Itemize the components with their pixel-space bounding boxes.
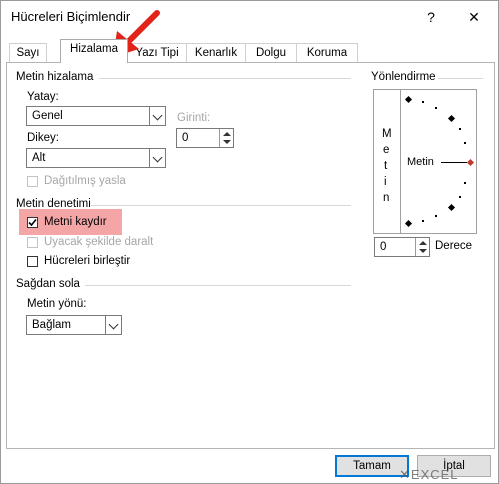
vertical-value: Alt — [32, 152, 46, 164]
degree-spinner[interactable]: 0 — [374, 237, 430, 257]
horizontal-value: Genel — [32, 110, 63, 122]
vertical-text-button[interactable]: M e t i n — [374, 90, 401, 233]
tab-number[interactable]: Sayı — [9, 43, 47, 62]
degree-value: 0 — [380, 241, 387, 253]
dial-marker — [447, 203, 456, 212]
vertical-text-char: n — [383, 192, 390, 204]
wrap-text-checkbox[interactable] — [27, 217, 38, 228]
merge-cells-checkbox[interactable] — [27, 256, 38, 267]
chevron-down-icon — [105, 316, 121, 334]
dial-dot — [435, 215, 437, 217]
checkmark-icon — [28, 218, 37, 227]
indent-spinner[interactable]: 0 — [176, 128, 234, 148]
spinner-arrows-icon[interactable] — [415, 238, 429, 256]
distributed-label: Dağıtılmış yasla — [44, 175, 126, 187]
spinner-arrows-icon[interactable] — [219, 129, 233, 147]
horizontal-label: Yatay: — [27, 91, 59, 103]
dial-dot — [459, 196, 461, 198]
vertical-dropdown[interactable]: Alt — [26, 148, 166, 168]
group-divider — [91, 205, 351, 206]
text-direction-label: Metin yönü: — [27, 298, 87, 310]
vertical-text-char: e — [383, 144, 390, 156]
text-direction-dropdown[interactable]: Bağlam — [26, 315, 122, 335]
dial-dot — [464, 182, 466, 184]
chevron-down-icon — [149, 107, 165, 125]
vertical-label: Dikey: — [27, 132, 59, 144]
shrink-to-fit-checkbox[interactable] — [27, 237, 38, 248]
text-alignment-group-label: Metin hizalama — [16, 71, 94, 83]
horizontal-dropdown[interactable]: Genel — [26, 106, 166, 126]
dial-dot — [464, 142, 466, 144]
vertical-text-char: M — [382, 128, 392, 140]
dial-marker — [404, 95, 413, 104]
help-button[interactable]: ? — [416, 5, 446, 29]
distributed-checkbox[interactable] — [27, 176, 38, 187]
merge-cells-label: Hücreleri birleştir — [44, 255, 131, 267]
text-direction-value: Bağlam — [32, 319, 71, 331]
dial-dot — [422, 101, 424, 103]
watermark-text: EXCEL — [410, 467, 459, 482]
title-bar: Hücreleri Biçimlendir ? ✕ — [1, 1, 498, 33]
wrap-text-label: Metni kaydır — [44, 216, 107, 228]
indent-value: 0 — [182, 132, 189, 144]
dial-pointer-line — [441, 162, 467, 163]
orientation-dial[interactable]: Metin — [401, 90, 476, 233]
watermark-x-icon: ✕ — [399, 467, 411, 482]
watermark-logo: ✕EXCEL — [399, 467, 459, 483]
dial-marker — [404, 219, 413, 228]
dial-marker — [447, 114, 456, 123]
close-button[interactable]: ✕ — [459, 5, 489, 29]
tab-fill[interactable]: Dolgu — [245, 43, 297, 62]
chevron-down-icon — [149, 149, 165, 167]
rtl-group-label: Sağdan sola — [16, 278, 80, 290]
orientation-box: M e t i n Metin — [373, 89, 477, 234]
shrink-to-fit-label: Uyacak şekilde daralt — [44, 236, 154, 248]
dial-dot — [422, 220, 424, 222]
group-divider — [438, 78, 483, 79]
tab-protection[interactable]: Koruma — [296, 43, 358, 62]
degree-label: Derece — [435, 240, 473, 252]
dial-text: Metin — [407, 156, 434, 168]
indent-label: Girinti: — [177, 112, 211, 124]
tab-alignment[interactable]: Hizalama — [60, 39, 128, 63]
dial-pointer-marker[interactable] — [466, 158, 475, 167]
format-cells-dialog: Hücreleri Biçimlendir ? ✕ Sayı Hizalama … — [0, 0, 499, 484]
vertical-text-char: t — [384, 160, 388, 172]
orientation-group-label: Yönlendirme — [371, 71, 436, 83]
group-divider — [99, 78, 351, 79]
tab-border[interactable]: Kenarlık — [186, 43, 246, 62]
vertical-text-char: i — [384, 176, 387, 188]
dial-dot — [459, 128, 461, 130]
ok-button[interactable]: Tamam — [335, 455, 409, 477]
dial-dot — [435, 107, 437, 109]
group-divider — [85, 285, 351, 286]
